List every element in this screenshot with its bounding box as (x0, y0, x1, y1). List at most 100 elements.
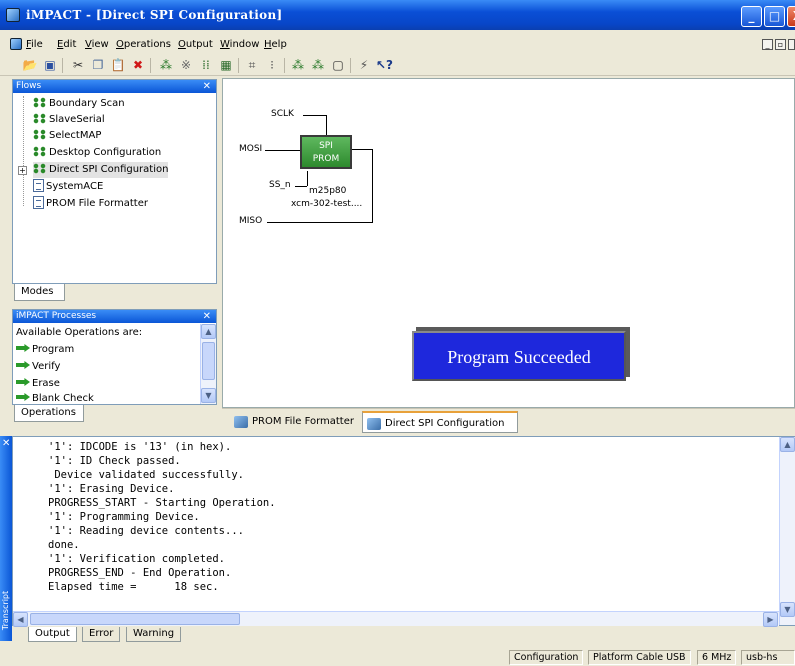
tab-operations[interactable]: Operations (14, 405, 84, 422)
processes-title: iMPACT Processes (16, 311, 97, 321)
transcript-line: '1': IDCODE is '13' (in hex). (48, 441, 232, 453)
program-icon[interactable]: ⁂ (290, 57, 306, 73)
close-button[interactable]: X (787, 6, 795, 27)
open-icon[interactable]: 📂 (22, 57, 38, 73)
flow-item-selectmap[interactable]: SelectMAP (33, 128, 101, 144)
cable-icon[interactable]: ⚡ (356, 57, 372, 73)
cut-icon[interactable]: ✂ (70, 57, 86, 73)
menu-operations[interactable]: Operations (116, 39, 171, 50)
flow-item-boundary-scan[interactable]: Boundary Scan (33, 96, 125, 112)
transcript-sidebar: ✕ Transcript (0, 436, 12, 641)
flow-item-desktop-configuration[interactable]: Desktop Configuration (33, 145, 161, 161)
transcript-vscrollbar[interactable]: ▲ ▼ (779, 437, 795, 625)
scroll-down-icon[interactable]: ▼ (201, 388, 216, 403)
tools-icon[interactable]: ※ (178, 57, 194, 73)
flows-panel: Flows ✕ Boundary Scan SlaveSerial SelectM… (12, 79, 217, 284)
paste-icon[interactable]: 📋 (110, 57, 126, 73)
transcript-line: Elapsed time = 18 sec. (48, 581, 219, 593)
spi-prom-chip[interactable]: SPI PROM (300, 135, 352, 169)
file-label: xcm-302-test.... (291, 199, 363, 209)
arrow-icon (16, 393, 30, 401)
arrow-icon (16, 378, 30, 386)
transcript-panel: '1': IDCODE is '13' (in hex). '1': ID Ch… (12, 436, 795, 627)
processes-header: iMPACT Processes ✕ (13, 310, 216, 323)
copy-icon[interactable]: ❐ (90, 57, 106, 73)
chain-icon (33, 113, 47, 124)
menu-window[interactable]: Window (220, 39, 259, 50)
flow-item-slaveserial[interactable]: SlaveSerial (33, 112, 105, 128)
operation-erase[interactable]: Erase (16, 376, 60, 391)
mdi-close-button[interactable] (788, 39, 795, 50)
program-succeeded-message: Program Succeeded (412, 331, 626, 381)
tab-modes[interactable]: Modes (14, 284, 65, 301)
align-icon[interactable]: ⌗ (244, 57, 260, 73)
document-tabs: PROM File Formatter Direct SPI Configura… (222, 408, 795, 434)
chain-icon (33, 146, 47, 157)
operation-verify[interactable]: Verify (16, 359, 60, 374)
verify-icon[interactable]: ⁂ (310, 57, 326, 73)
transcript-line: '1': Programming Device. (48, 511, 200, 523)
processes-panel: iMPACT Processes ✕ Available Operations a… (12, 309, 217, 405)
menu-file[interactable]: File (26, 39, 43, 50)
prom-tab-icon (234, 416, 248, 428)
minimize-button[interactable]: _ (741, 6, 762, 27)
scroll-left-icon[interactable]: ◀ (13, 612, 28, 627)
tab-direct-spi-configuration[interactable]: Direct SPI Configuration (362, 411, 518, 433)
transcript-line: '1': Reading device contents... (48, 525, 244, 537)
menu-edit[interactable]: Edit (57, 39, 76, 50)
chain-icon (33, 163, 47, 174)
transcript-hscrollbar[interactable]: ◀ ▶ (13, 611, 779, 627)
maximize-button[interactable]: □ (764, 6, 785, 27)
grid-icon[interactable]: ⁞⁞ (198, 57, 214, 73)
spi-tab-icon (367, 418, 381, 430)
flow-item-direct-spi-configuration[interactable]: Direct SPI Configuration (33, 162, 169, 178)
transcript-line: done. (48, 539, 80, 551)
transcript-line: PROGRESS_END - End Operation. (48, 567, 232, 579)
tab-warning[interactable]: Warning (126, 627, 182, 642)
grid2-icon[interactable]: ▦ (218, 57, 234, 73)
flow-item-prom-file-formatter[interactable]: PROM File Formatter (33, 196, 148, 212)
transcript-close-icon[interactable]: ✕ (2, 438, 10, 449)
tab-error[interactable]: Error (82, 627, 121, 642)
chip-label-1: SPI (319, 141, 333, 151)
status-speed: 6 MHz (697, 650, 737, 665)
scroll-down-icon[interactable]: ▼ (780, 602, 795, 617)
mosi-label: MOSI (239, 144, 263, 154)
menu-help[interactable]: Help (264, 39, 287, 50)
mdi-app-icon (10, 38, 22, 50)
chain-icon[interactable]: ⁂ (158, 57, 174, 73)
mdi-restore-button[interactable]: ▫ (775, 39, 786, 50)
expand-icon[interactable]: + (18, 166, 27, 175)
menu-bar: File Edit View Operations Output Window … (0, 36, 795, 54)
menu-view[interactable]: View (85, 39, 109, 50)
chain-icon (33, 129, 47, 140)
erase-icon[interactable]: ▢ (330, 57, 346, 73)
scroll-up-icon[interactable]: ▲ (780, 437, 795, 452)
bar-icon[interactable]: ⁝ (264, 57, 280, 73)
title-bar: iMPACT - [Direct SPI Configuration] _ □ … (0, 0, 795, 30)
scroll-right-icon[interactable]: ▶ (763, 612, 778, 627)
processes-close-icon[interactable]: ✕ (203, 310, 211, 323)
transcript-line: Device validated successfully. (48, 469, 244, 481)
menu-output[interactable]: Output (178, 39, 213, 50)
hscroll-thumb[interactable] (30, 613, 240, 625)
document-icon (33, 179, 44, 192)
app-icon (6, 8, 20, 22)
status-cable: Platform Cable USB (588, 650, 691, 665)
processes-scrollbar[interactable]: ▲ ▼ (200, 324, 216, 404)
scroll-thumb[interactable] (202, 342, 215, 380)
flows-close-icon[interactable]: ✕ (203, 80, 211, 93)
delete-icon[interactable]: ✖ (130, 57, 146, 73)
save-icon[interactable]: ▣ (42, 57, 58, 73)
flow-item-systemace[interactable]: SystemACE (33, 179, 103, 195)
mdi-minimize-button[interactable]: _ (762, 39, 773, 50)
transcript-label: Transcript (1, 590, 11, 631)
operation-blank-check[interactable]: Blank Check (16, 391, 94, 406)
operation-program[interactable]: Program (16, 342, 74, 357)
sclk-label: SCLK (271, 109, 294, 119)
help-pointer-icon[interactable]: ↖? (376, 57, 393, 73)
tab-output[interactable]: Output (28, 627, 77, 642)
tab-prom-file-formatter[interactable]: PROM File Formatter (230, 411, 358, 433)
scroll-up-icon[interactable]: ▲ (201, 324, 216, 339)
arrow-icon (16, 361, 30, 369)
